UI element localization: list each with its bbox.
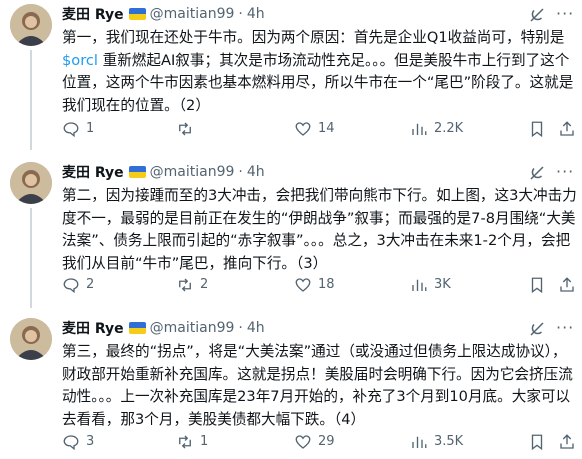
views-icon [412,279,427,291]
ukraine-flag-icon [128,166,146,178]
author-name[interactable]: 麦田 Rye [62,4,124,24]
reply-count: 1 [86,121,95,136]
timestamp[interactable]: 4h [247,320,265,336]
author-handle[interactable]: @maitian99 [150,320,235,336]
timestamp[interactable]: 4h [247,6,265,22]
views-button[interactable]: 2.2K [410,120,463,138]
share-button[interactable] [558,433,582,451]
like-button[interactable]: 14 [294,120,335,138]
like-count: 18 [318,277,335,292]
like-icon [295,278,311,292]
reply-button[interactable]: 2 [62,276,94,294]
retweet-icon [179,435,191,449]
reply-button[interactable]: 1 [62,120,94,138]
share-icon [560,434,574,449]
retweet-button[interactable]: 2 [176,276,208,294]
avatar[interactable] [10,318,52,360]
author-name[interactable]: 麦田 Rye [62,162,124,182]
views-count: 3K [434,277,451,292]
tweet-text: 第二，因为接踵而至的3大冲击，会把我们带向熊市下行。如上图，这3大冲击力度不一，… [62,187,577,272]
thread-line [30,50,32,150]
grok-icon[interactable] [528,164,546,182]
grok-icon[interactable] [528,6,546,24]
avatar[interactable] [10,162,52,204]
bookmark-button[interactable] [528,120,552,138]
grok-icon[interactable] [528,320,546,338]
author-name[interactable]: 麦田 Rye [62,318,124,338]
like-button[interactable]: 18 [294,276,335,294]
cashtag-link[interactable]: $orcl [62,52,98,69]
action-bar: 3 1 29 3.5K [62,433,578,453]
bookmark-button[interactable] [528,433,552,451]
author-handle[interactable]: @maitian99 [150,164,235,180]
separator: · [238,320,243,336]
retweet-button[interactable] [176,120,200,138]
bookmark-icon [531,277,543,294]
views-button[interactable]: 3.5K [410,433,463,451]
timestamp[interactable]: 4h [247,164,265,180]
views-icon [412,436,427,448]
ukraine-flag-icon [128,8,146,20]
share-button[interactable] [558,276,582,294]
reply-button[interactable]: 3 [62,433,94,451]
reply-icon [63,278,79,294]
tweet-header: 麦田 Rye @maitian99 · 4h [62,4,265,24]
bookmark-icon [531,434,543,451]
retweet-count: 1 [200,434,209,449]
views-icon [412,123,427,135]
ukraine-flag-icon [128,322,146,334]
reply-count: 2 [86,277,95,292]
like-icon [295,435,311,449]
author-handle[interactable]: @maitian99 [150,6,235,22]
views-count: 3.5K [434,434,464,449]
like-count: 14 [318,121,335,136]
views-count: 2.2K [434,121,464,136]
more-icon[interactable]: ··· [556,4,574,23]
like-button[interactable]: 29 [294,433,335,451]
action-bar: 1 14 2.2K [62,120,578,140]
share-button[interactable] [558,120,582,138]
retweet-icon [179,278,191,292]
action-bar: 2 2 18 3K [62,276,578,296]
tweet-text: 第一，我们现在还处于牛市。因为两个原因：首先是企业Q1收益尚可，特别是$orcl… [62,29,574,114]
share-icon [560,121,574,136]
share-icon [560,277,574,292]
like-count: 29 [318,434,335,449]
bookmark-button[interactable] [528,276,552,294]
retweet-icon [179,122,191,136]
retweet-count: 2 [200,277,209,292]
retweet-button[interactable]: 1 [176,433,208,451]
more-icon[interactable]: ··· [556,318,574,337]
more-icon[interactable]: ··· [556,162,574,181]
reply-icon [63,435,79,451]
tweet-header: 麦田 Rye @maitian99 · 4h [62,318,265,338]
avatar[interactable] [10,4,52,46]
thread-line [30,208,32,308]
bookmark-icon [531,121,543,138]
separator: · [238,6,243,22]
tweet-text: 第三，最终的“拐点”，将是“大美法案”通过（或没通过但债务上限达成协议），财政部… [62,343,573,428]
like-icon [295,122,311,136]
reply-icon [63,122,79,138]
separator: · [238,164,243,180]
views-button[interactable]: 3K [410,276,451,294]
reply-count: 3 [86,434,95,449]
tweet-header: 麦田 Rye @maitian99 · 4h [62,162,265,182]
